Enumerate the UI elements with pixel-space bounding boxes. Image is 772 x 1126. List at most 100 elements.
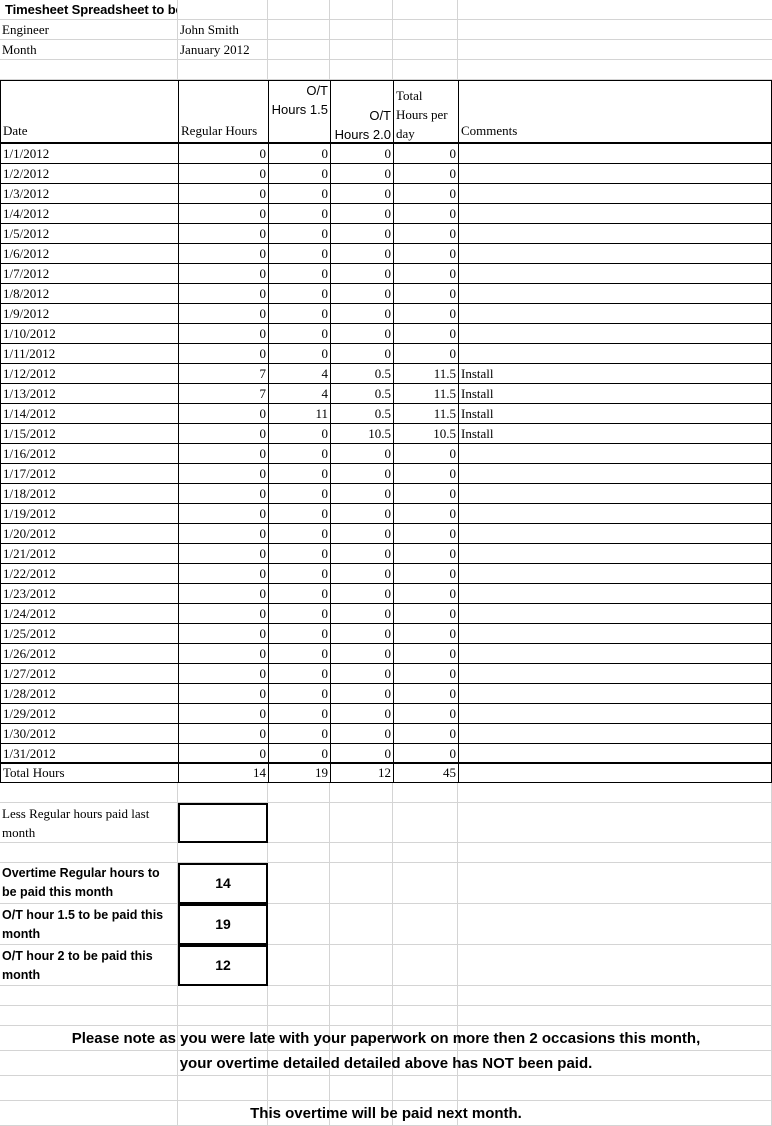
grid-cell: [268, 1076, 330, 1101]
title-row-spacer-2: [268, 0, 330, 20]
table-cell-ot15: 0: [268, 443, 331, 464]
summary-overtime-regular-value[interactable]: 14: [178, 863, 268, 904]
grid-cell: [393, 1076, 458, 1101]
table-cell-total: 10.5: [393, 423, 459, 444]
grid-cell: [458, 843, 772, 863]
grid-cell: [458, 1076, 772, 1101]
table-cell-text: 1/17/2012: [3, 466, 56, 481]
table-cell-text: 0: [384, 286, 392, 301]
table-cell-text: 0: [321, 546, 329, 561]
table-cell-ot20: 0: [330, 163, 394, 184]
table-cell-text: 0: [259, 566, 267, 581]
table-cell-ot20: 0: [330, 203, 394, 224]
table-cell-text: 0: [384, 326, 392, 341]
totals-regular-text: 14: [253, 765, 266, 780]
table-cell-text: 4: [321, 366, 329, 381]
grid-cell: [330, 945, 393, 986]
table-cell-text: 0: [259, 346, 267, 361]
table-cell-text: 0: [384, 466, 392, 481]
table-cell-ot15: 0: [268, 683, 331, 704]
table-cell-text: 0: [449, 226, 457, 241]
table-cell-regular: 0: [178, 623, 269, 644]
summary-overtime-regular-value-text: 14: [215, 875, 231, 891]
grid-cell: [268, 783, 330, 803]
table-cell-date: 1/5/2012: [0, 223, 179, 244]
table-cell-text: 0: [259, 726, 267, 741]
grid-cell: [178, 843, 268, 863]
table-cell-ot20: 0: [330, 743, 394, 764]
grid-cell: [178, 1006, 268, 1026]
table-cell-text: 0: [259, 246, 267, 261]
engineer-row-spacer-1: [268, 20, 330, 40]
table-cell-text: 1/12/2012: [3, 366, 56, 381]
month-value-text: January 2012: [180, 42, 250, 57]
timesheet-spreadsheet: Timesheet Spreadsheet to be sent to Engi…: [0, 0, 772, 1126]
table-cell-text: 0: [449, 466, 457, 481]
table-cell-comment: [458, 323, 772, 344]
table-cell-text: 0: [384, 646, 392, 661]
table-cell-text: 0: [259, 446, 267, 461]
table-cell-ot20: 0: [330, 243, 394, 264]
table-cell-total: 0: [393, 223, 459, 244]
table-cell-ot20: 0: [330, 483, 394, 504]
table-cell-ot20: 0: [330, 343, 394, 364]
table-cell-regular: 0: [178, 343, 269, 364]
table-cell-text: 0: [449, 286, 457, 301]
grid-cell: [268, 803, 330, 843]
table-cell-text: 1/21/2012: [3, 546, 56, 561]
table-cell-comment: [458, 663, 772, 684]
summary-less-regular-label-text: Less Regular hours paid last month: [2, 806, 150, 840]
table-cell-date: 1/1/2012: [0, 143, 179, 164]
table-cell-text: 0: [259, 146, 267, 161]
grid-cell: [458, 986, 772, 1006]
table-cell-text: 11.5: [433, 366, 456, 381]
grid-cell: [393, 843, 458, 863]
table-cell-text: 0: [321, 726, 329, 741]
table-cell-ot15: 0: [268, 603, 331, 624]
grid-cell: [178, 986, 268, 1006]
summary-ot2-value[interactable]: 12: [178, 945, 268, 986]
title-row-spacer-3: [330, 0, 393, 20]
table-cell-text: 1/11/2012: [3, 346, 56, 361]
totals-ot15: 19: [268, 762, 331, 783]
table-cell-text: 0: [259, 186, 267, 201]
table-cell-regular: 0: [178, 603, 269, 624]
table-cell-date: 1/6/2012: [0, 243, 179, 264]
month-label-text: Month: [2, 42, 37, 57]
table-cell-regular: 0: [178, 243, 269, 264]
table-cell-text: 0: [321, 566, 329, 581]
grid-cell: [458, 1006, 772, 1026]
table-cell-comment: [458, 743, 772, 764]
table-cell-comment: [458, 643, 772, 664]
grid-cell: [268, 945, 330, 986]
summary-less-regular-value[interactable]: [178, 803, 268, 843]
table-cell-ot20: 0: [330, 723, 394, 744]
summary-less-regular-label: Less Regular hours paid last month: [0, 803, 178, 843]
table-cell-comment: Install: [458, 403, 772, 424]
table-cell-ot15: 0: [268, 743, 331, 764]
table-cell-date: 1/16/2012: [0, 443, 179, 464]
engineer-value-text: John Smith: [180, 22, 239, 37]
table-cell-text: 1/16/2012: [3, 446, 56, 461]
table-cell-text: Install: [461, 426, 494, 441]
engineer-value: John Smith: [178, 20, 268, 40]
table-cell-text: 1/8/2012: [3, 286, 50, 301]
table-cell-date: 1/27/2012: [0, 663, 179, 684]
summary-ot15-value[interactable]: 19: [178, 904, 268, 945]
table-cell-comment: [458, 223, 772, 244]
table-cell-text: 0: [321, 486, 329, 501]
table-cell-regular: 0: [178, 583, 269, 604]
table-cell-total: 0: [393, 443, 459, 464]
table-cell-text: 0: [259, 506, 267, 521]
month-row-spacer-4: [458, 40, 772, 60]
table-cell-text: 0: [384, 246, 392, 261]
table-cell-ot15: 11: [268, 403, 331, 424]
table-cell-total: 0: [393, 643, 459, 664]
table-cell-text: 1/22/2012: [3, 566, 56, 581]
table-cell-total: 0: [393, 563, 459, 584]
column-header-date: Date: [0, 80, 179, 143]
table-cell-text: 1/15/2012: [3, 426, 56, 441]
table-cell-text: 0: [259, 266, 267, 281]
table-cell-text: 0: [449, 166, 457, 181]
table-cell-text: 0: [384, 206, 392, 221]
